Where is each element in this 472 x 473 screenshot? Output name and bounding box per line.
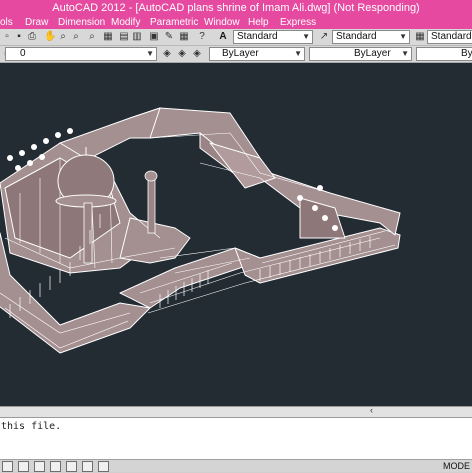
model-space-toggle[interactable]: MODE	[443, 460, 470, 473]
ducs-icon[interactable]	[98, 461, 109, 472]
text-style-dropdown[interactable]: Standard ▼	[233, 30, 313, 44]
save-icon[interactable]: ▪	[13, 31, 25, 43]
layer-dropdown[interactable]: 0 ▼	[5, 47, 157, 61]
pan-icon[interactable]: ✋	[44, 31, 56, 43]
make-current-icon[interactable]: ◈	[191, 48, 203, 60]
menu-bar: ols Draw Dimension Modify Parametric Win…	[0, 16, 472, 29]
layers-properties-toolbar: ☼ ▪ 0▼ ◈ ◈ ◈ ByLayer▼ ByLayer▼ ByLayer	[0, 46, 472, 63]
help-icon[interactable]: ?	[196, 31, 208, 43]
status-bar: MODE	[0, 459, 472, 472]
calculator-icon[interactable]: ▦	[178, 31, 190, 43]
horizontal-scrollbar[interactable]: ‹	[0, 405, 472, 417]
text-style-icon[interactable]: A	[217, 31, 229, 43]
sheet-set-icon[interactable]: ▣	[148, 31, 160, 43]
scroll-left-icon[interactable]: ‹	[370, 405, 373, 415]
menu-draw[interactable]: Draw	[25, 16, 48, 29]
zoom-window-icon[interactable]: ⌕	[70, 31, 82, 43]
polar-icon[interactable]	[50, 461, 61, 472]
zoom-previous-icon[interactable]: ⌕	[86, 31, 98, 43]
shrine-3d-model	[0, 107, 401, 354]
lineweight-dropdown[interactable]: ByLayer	[416, 47, 472, 61]
zoom-realtime-icon[interactable]: ⌕	[57, 31, 69, 43]
tool-palettes-icon[interactable]: ▥	[131, 31, 143, 43]
otrack-icon[interactable]	[82, 461, 93, 472]
new-icon[interactable]: ▫	[1, 31, 13, 43]
print-icon[interactable]: ⎙	[26, 31, 38, 43]
table-style-icon[interactable]: ▦	[414, 31, 426, 43]
properties-icon[interactable]: ▦	[102, 31, 114, 43]
menu-express[interactable]: Express	[280, 16, 316, 29]
layer-previous-icon[interactable]: ◈	[161, 48, 173, 60]
snap-icon[interactable]	[2, 461, 13, 472]
linetype-dropdown[interactable]: ByLayer ▼	[309, 47, 412, 61]
osnap-icon[interactable]	[66, 461, 77, 472]
table-style-dropdown[interactable]: Standard	[427, 30, 472, 44]
markup-icon[interactable]: ✎	[163, 31, 175, 43]
design-center-icon[interactable]: ▤	[118, 31, 130, 43]
ortho-icon[interactable]	[34, 461, 45, 472]
command-history: this file.	[1, 421, 62, 432]
grid-icon[interactable]	[18, 461, 29, 472]
menu-help[interactable]: Help	[248, 16, 269, 29]
command-line[interactable]: this file.	[0, 417, 472, 459]
menu-parametric[interactable]: Parametric	[150, 16, 198, 29]
window-title: AutoCAD 2012 - [AutoCAD plans shrine of …	[0, 0, 472, 16]
menu-dimension[interactable]: Dimension	[58, 16, 105, 29]
color-dropdown[interactable]: ByLayer ▼	[209, 47, 305, 61]
drawing-canvas[interactable]	[0, 63, 472, 406]
layer-state-icon[interactable]: ◈	[176, 48, 188, 60]
dim-style-dropdown[interactable]: Standard ▼	[332, 30, 410, 44]
standard-toolbar: ▫ ▪ ⎙ ✋ ⌕ ⌕ ⌕ ▦ ▤ ▥ ▣ ✎ ▦ ? A Standard ▼ …	[0, 29, 472, 46]
dim-style-icon[interactable]: ↗	[318, 31, 330, 43]
menu-tools[interactable]: ols	[0, 16, 13, 29]
menu-window[interactable]: Window	[204, 16, 240, 29]
menu-modify[interactable]: Modify	[111, 16, 140, 29]
